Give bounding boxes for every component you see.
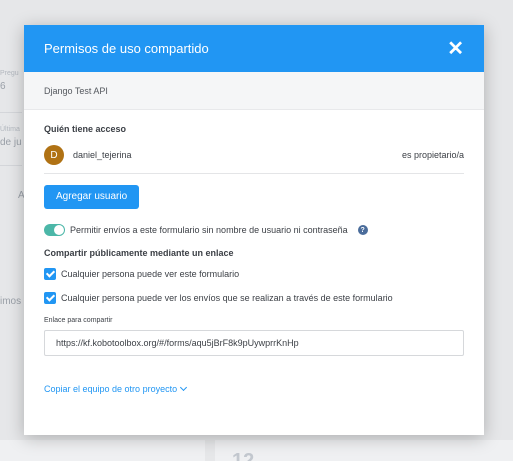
modal-header: Permisos de uso compartido ✕ <box>24 25 484 72</box>
asset-name-bar: Django Test API <box>24 72 484 110</box>
asset-name: Django Test API <box>44 85 108 96</box>
user-name: daniel_tejerina <box>73 150 132 160</box>
view-submissions-checkbox[interactable] <box>44 292 56 304</box>
copy-team-link[interactable]: Copiar el equipo de otro proyecto <box>44 383 188 394</box>
close-icon[interactable]: ✕ <box>447 39 464 59</box>
checkbox-label: Cualquier persona puede ver los envíos q… <box>61 293 393 303</box>
chevron-down-icon <box>180 383 188 392</box>
bg-divider <box>0 165 22 166</box>
bg-card <box>215 440 513 461</box>
anonymous-submissions-row: Permitir envíos a este formulario sin no… <box>44 224 464 236</box>
bg-number: 12 <box>232 450 255 461</box>
public-share-heading: Compartir públicamente mediante un enlac… <box>44 248 234 258</box>
modal-title: Permisos de uso compartido <box>44 41 209 56</box>
anonymous-submissions-toggle[interactable] <box>44 224 65 236</box>
copy-team-label: Copiar el equipo de otro proyecto <box>44 384 178 394</box>
divider <box>44 173 464 174</box>
share-link-label: Enlace para compartir <box>44 317 113 324</box>
user-row: D daniel_tejerina es propietario/a <box>44 144 464 166</box>
toggle-label: Permitir envíos a este formulario sin no… <box>70 225 348 235</box>
avatar: D <box>44 145 64 165</box>
checkbox-row-view-submissions: Cualquier persona puede ver los envíos q… <box>44 292 464 304</box>
checkbox-label: Cualquier persona puede ver este formula… <box>61 269 240 279</box>
checkbox-row-view-form: Cualquier persona puede ver este formula… <box>44 268 464 280</box>
user-role: es propietario/a <box>401 150 464 160</box>
view-form-checkbox[interactable] <box>44 268 56 280</box>
share-link-input[interactable] <box>44 330 464 356</box>
bg-divider <box>0 112 22 113</box>
add-user-button[interactable]: Agregar usuario <box>44 185 140 209</box>
help-icon[interactable]: ? <box>357 225 368 235</box>
sharing-permissions-modal: Permisos de uso compartido ✕ Django Test… <box>24 25 484 435</box>
access-heading: Quién tiene acceso <box>44 124 127 134</box>
bg-card <box>0 440 205 461</box>
bg-stat-questions: Pregu 6 <box>0 70 19 92</box>
bg-stat-last: Última de ju <box>0 126 22 148</box>
